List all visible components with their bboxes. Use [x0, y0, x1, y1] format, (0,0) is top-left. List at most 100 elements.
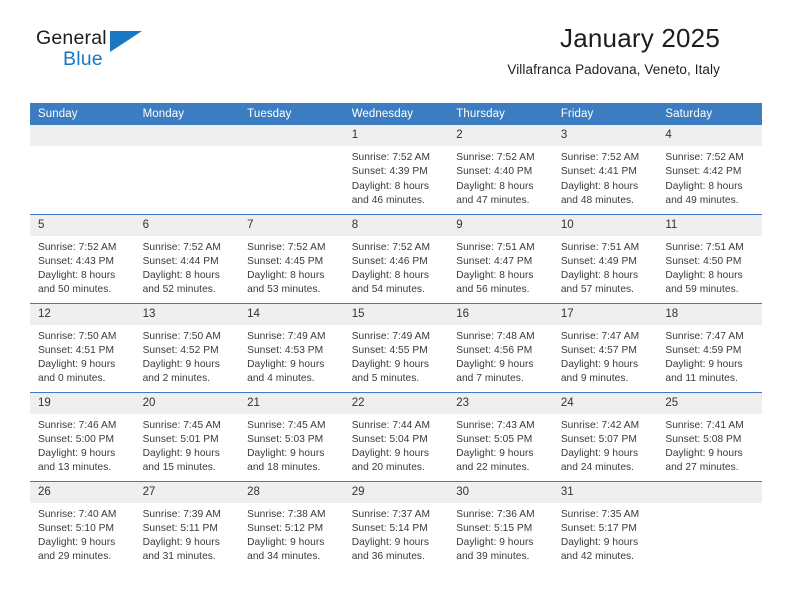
daylight-text-line1: Daylight: 9 hours — [456, 448, 534, 460]
daylight-text-line2: and 46 minutes. — [351, 194, 425, 206]
sunset-text: Sunset: 4:53 PM — [247, 344, 324, 356]
calendar-day-cell[interactable]: 9 Sunrise: 7:51 AM Sunset: 4:47 PM Daylight… — [448, 213, 553, 303]
calendar-day-cell[interactable]: 6 Sunrise: 7:52 AM Sunset: 4:44 PM Daylight… — [134, 213, 240, 303]
daylight-text-line1: Daylight: 9 hours — [560, 537, 639, 549]
daylight-text-line1: Daylight: 8 hours — [142, 270, 220, 282]
day-details: Sunrise: 7:52 AM Sunset: 4:40 PM Daylight:… — [448, 146, 553, 208]
day-details: Sunrise: 7:49 AM Sunset: 4:55 PM Daylight:… — [344, 325, 449, 387]
sunrise-text: Sunrise: 7:42 AM — [560, 419, 640, 431]
daylight-text-line1: Daylight: 8 hours — [456, 180, 534, 192]
calendar-day-cell[interactable]: 4 Sunrise: 7:52 AM Sunset: 4:42 PM Daylight… — [657, 125, 762, 214]
daylight-text-line2: and 56 minutes. — [456, 284, 530, 296]
calendar-day-cell[interactable]: 3 Sunrise: 7:52 AM Sunset: 4:41 PM Daylight… — [552, 125, 658, 214]
daylight-text-line1: Daylight: 8 hours — [560, 180, 639, 192]
weekday-header-wednesday: Wednesday — [343, 103, 449, 125]
daylight-text-line2: and 24 minutes. — [560, 462, 635, 474]
calendar-day-cell[interactable]: 15 Sunrise: 7:49 AM Sunset: 4:55 PM Dayligh… — [343, 302, 449, 392]
calendar-day-cell[interactable]: 23 Sunrise: 7:43 AM Sunset: 5:05 PM Dayligh… — [448, 391, 553, 481]
day-details: Sunrise: 7:47 AM Sunset: 4:57 PM Daylight:… — [553, 325, 658, 387]
sunrise-text: Sunrise: 7:51 AM — [456, 241, 535, 253]
calendar-day-cell[interactable]: 30 Sunrise: 7:36 AM Sunset: 5:15 PM Dayligh… — [448, 480, 553, 570]
calendar-day-cell[interactable]: 7 Sunrise: 7:52 AM Sunset: 4:45 PM Daylight… — [239, 213, 344, 303]
calendar-day-cell[interactable]: 22 Sunrise: 7:44 AM Sunset: 5:04 PM Dayligh… — [343, 391, 449, 481]
calendar-day-cell[interactable]: 17 Sunrise: 7:47 AM Sunset: 4:57 PM Dayligh… — [552, 302, 658, 392]
day-number: 2 — [448, 125, 553, 146]
day-details: Sunrise: 7:52 AM Sunset: 4:45 PM Daylight:… — [239, 236, 344, 298]
day-number: 24 — [552, 392, 658, 414]
sunset-text: Sunset: 4:46 PM — [351, 255, 428, 267]
daylight-text-line2: and 57 minutes. — [560, 284, 635, 296]
daylight-text-line1: Daylight: 8 hours — [247, 270, 325, 282]
day-number: 29 — [343, 481, 449, 503]
sunset-text: Sunset: 5:11 PM — [142, 522, 218, 534]
sunset-text: Sunset: 5:12 PM — [247, 522, 324, 534]
sunrise-text: Sunrise: 7:43 AM — [456, 419, 535, 431]
day-details: Sunrise: 7:52 AM Sunset: 4:39 PM Daylight:… — [344, 146, 449, 208]
calendar-day-cell[interactable]: 5 Sunrise: 7:52 AM Sunset: 4:43 PM Daylight… — [30, 213, 135, 303]
day-number: 3 — [552, 125, 658, 146]
calendar-week-row: 1 Sunrise: 7:52 AM Sunset: 4:39 PM Daylight… — [30, 125, 762, 214]
calendar-day-cell[interactable]: 19 Sunrise: 7:46 AM Sunset: 5:00 PM Dayligh… — [30, 391, 135, 481]
daylight-text-line2: and 5 minutes. — [351, 373, 420, 385]
sunrise-text: Sunrise: 7:52 AM — [456, 152, 535, 163]
calendar-day-cell[interactable]: 2 Sunrise: 7:52 AM Sunset: 4:40 PM Daylight… — [448, 125, 553, 214]
sunrise-text: Sunrise: 7:49 AM — [351, 330, 431, 342]
day-number: 27 — [134, 481, 240, 503]
calendar-day-cell[interactable]: 20 Sunrise: 7:45 AM Sunset: 5:01 PM Dayligh… — [134, 391, 240, 481]
day-number: 12 — [30, 303, 135, 325]
triangle-icon — [110, 31, 142, 52]
calendar-day-cell[interactable]: 13 Sunrise: 7:50 AM Sunset: 4:52 PM Dayligh… — [134, 302, 240, 392]
sunset-text: Sunset: 5:01 PM — [142, 433, 219, 445]
day-number: 9 — [448, 214, 553, 236]
daylight-text-line2: and 42 minutes. — [560, 551, 635, 563]
daylight-text-line2: and 34 minutes. — [247, 551, 321, 563]
sunset-text: Sunset: 4:49 PM — [560, 255, 637, 267]
day-number — [657, 481, 762, 503]
daylight-text-line1: Daylight: 9 hours — [142, 448, 220, 460]
sunset-text: Sunset: 4:55 PM — [351, 344, 428, 356]
calendar-day-cell[interactable]: 1 Sunrise: 7:52 AM Sunset: 4:39 PM Daylight… — [343, 125, 449, 214]
calendar-day-cell[interactable]: 28 Sunrise: 7:38 AM Sunset: 5:12 PM Dayligh… — [239, 480, 344, 570]
day-number: 8 — [343, 214, 449, 236]
day-details: Sunrise: 7:35 AM Sunset: 5:17 PM Daylight:… — [553, 503, 658, 565]
calendar-day-cell[interactable]: 18 Sunrise: 7:47 AM Sunset: 4:59 PM Dayligh… — [657, 302, 762, 392]
calendar-day-cell[interactable]: 11 Sunrise: 7:51 AM Sunset: 4:50 PM Dayligh… — [657, 213, 762, 303]
daylight-text-line2: and 0 minutes. — [38, 373, 106, 385]
day-details: Sunrise: 7:51 AM Sunset: 4:49 PM Daylight:… — [553, 236, 658, 298]
calendar-body: 1 Sunrise: 7:52 AM Sunset: 4:39 PM Daylight… — [30, 125, 762, 570]
sunrise-text: Sunrise: 7:49 AM — [247, 330, 326, 342]
sunrise-text: Sunrise: 7:47 AM — [560, 330, 640, 342]
general-blue-logo[interactable]: General Blue — [36, 28, 196, 76]
daylight-text-line1: Daylight: 9 hours — [665, 359, 743, 371]
calendar-day-cell[interactable]: 27 Sunrise: 7:39 AM Sunset: 5:11 PM Dayligh… — [134, 480, 240, 570]
calendar-day-cell[interactable]: 8 Sunrise: 7:52 AM Sunset: 4:46 PM Daylight… — [343, 213, 449, 303]
calendar-day-cell[interactable]: 16 Sunrise: 7:48 AM Sunset: 4:56 PM Dayligh… — [448, 302, 553, 392]
calendar-day-cell[interactable]: 29 Sunrise: 7:37 AM Sunset: 5:14 PM Dayligh… — [343, 480, 449, 570]
sunset-text: Sunset: 4:39 PM — [351, 166, 428, 178]
calendar-day-cell[interactable]: 14 Sunrise: 7:49 AM Sunset: 4:53 PM Dayligh… — [239, 302, 344, 392]
sunset-text: Sunset: 4:57 PM — [560, 344, 637, 356]
calendar-day-cell[interactable]: 24 Sunrise: 7:42 AM Sunset: 5:07 PM Dayligh… — [552, 391, 658, 481]
daylight-text-line1: Daylight: 8 hours — [38, 270, 116, 282]
sunrise-text: Sunrise: 7:48 AM — [456, 330, 535, 342]
calendar-day-cell[interactable]: 25 Sunrise: 7:41 AM Sunset: 5:08 PM Dayligh… — [657, 391, 762, 481]
day-details: Sunrise: 7:41 AM Sunset: 5:08 PM Daylight:… — [657, 414, 762, 476]
daylight-text-line2: and 22 minutes. — [456, 462, 530, 474]
weekday-header-thursday: Thursday — [448, 103, 553, 125]
calendar-day-cell[interactable]: 26 Sunrise: 7:40 AM Sunset: 5:10 PM Dayligh… — [30, 480, 135, 570]
calendar-day-cell[interactable]: 31 Sunrise: 7:35 AM Sunset: 5:17 PM Dayligh… — [552, 480, 658, 570]
sunrise-text: Sunrise: 7:52 AM — [142, 241, 221, 253]
daylight-text-line2: and 48 minutes. — [560, 194, 635, 206]
calendar-day-cell[interactable]: 10 Sunrise: 7:51 AM Sunset: 4:49 PM Dayligh… — [552, 213, 658, 303]
daylight-text-line2: and 59 minutes. — [665, 284, 739, 296]
weekday-header-sunday: Sunday — [30, 103, 135, 125]
day-number: 15 — [343, 303, 449, 325]
sunset-text: Sunset: 5:04 PM — [351, 433, 428, 445]
daylight-text-line1: Daylight: 9 hours — [38, 448, 116, 460]
daylight-text-line1: Daylight: 8 hours — [351, 180, 429, 192]
sunrise-text: Sunrise: 7:45 AM — [247, 419, 326, 431]
calendar-day-cell[interactable]: 12 Sunrise: 7:50 AM Sunset: 4:51 PM Dayligh… — [30, 302, 135, 392]
calendar-day-cell[interactable]: 21 Sunrise: 7:45 AM Sunset: 5:03 PM Dayligh… — [239, 391, 344, 481]
sunset-text: Sunset: 5:14 PM — [351, 522, 428, 534]
daylight-text-line2: and 36 minutes. — [351, 551, 425, 563]
